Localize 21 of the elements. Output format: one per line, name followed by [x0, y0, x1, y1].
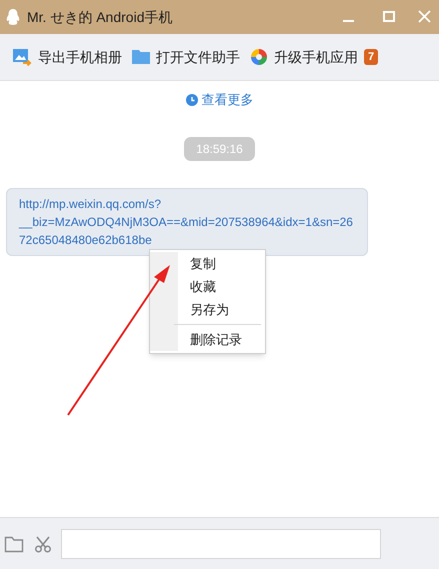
menu-item[interactable]: 复制 [178, 252, 261, 275]
message-link-line[interactable]: __biz=MzAwODQ4NjM3OA==&mid=207538964&idx=1&sn=26 [19, 212, 353, 230]
picture-export-icon [12, 48, 32, 66]
toolbar-button[interactable]: 导出手机相册 [12, 46, 122, 68]
toolbar-button[interactable]: 升级手机应用 [250, 46, 358, 68]
scissors-icon[interactable] [34, 534, 52, 552]
count-badge: 7 [364, 49, 378, 65]
penguin-icon [5, 8, 21, 26]
toolbar-button[interactable]: 打开文件助手 [132, 46, 240, 68]
message-link-line[interactable]: http://mp.weixin.qq.com/s? [19, 194, 162, 212]
view-more-link[interactable]: 查看更多 [186, 90, 254, 110]
menu-item[interactable]: 收藏 [178, 275, 261, 298]
folder-icon [132, 49, 150, 65]
menu-item[interactable]: 删除记录 [178, 328, 261, 351]
app-update-icon [250, 48, 268, 66]
message-input[interactable] [61, 528, 381, 558]
window-title: Mr. せき的 Android手机 [27, 8, 172, 26]
menu-item[interactable]: 另存为 [178, 298, 261, 321]
clock-icon [186, 94, 198, 106]
folder-icon[interactable] [4, 534, 24, 552]
message-link-line[interactable]: 72c65048480e62b618be [19, 230, 152, 248]
